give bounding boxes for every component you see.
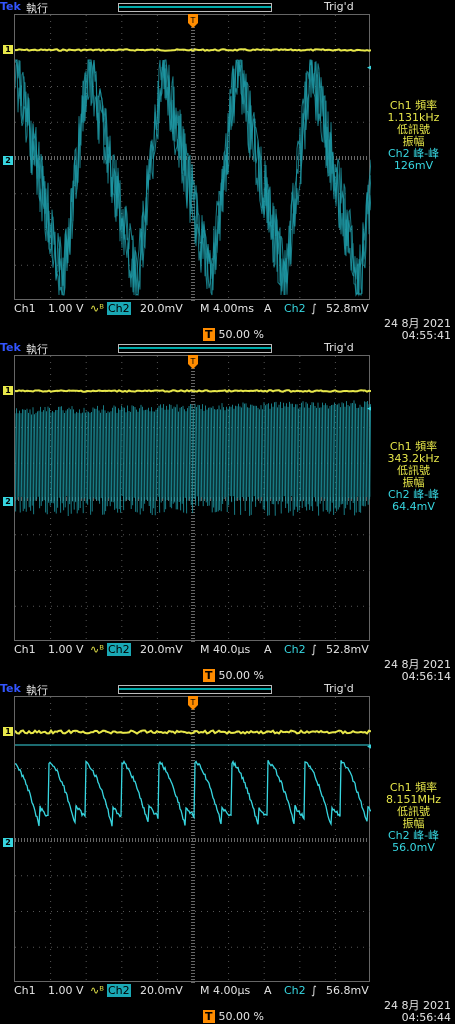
trigger-mode: A — [264, 984, 272, 997]
time: 04:56:44 — [401, 1011, 451, 1024]
ch2-marker[interactable]: 2 — [3, 838, 13, 847]
timestamp: 24 8月 2021 04:56:14 — [384, 659, 451, 683]
status-bar: Tek 執行 Trig'd — [0, 341, 455, 356]
ch1-label: Ch1 — [14, 984, 36, 997]
timebase: M 4.00ms — [200, 302, 254, 315]
svg-text:◂: ◂ — [367, 63, 371, 73]
trigger-position-readout: T 50.00 % — [203, 669, 264, 682]
ch1-marker[interactable]: 1 — [3, 727, 13, 736]
record-position-bar — [118, 344, 272, 353]
waveform-display[interactable]: ◂ — [14, 355, 371, 642]
trigger-position-icon: T — [188, 14, 198, 28]
ch2-scale: 20.0mV — [140, 643, 183, 656]
trigger-t-icon: T — [203, 328, 215, 341]
timestamp: 24 8月 2021 04:55:41 — [384, 318, 451, 342]
ch2-pkpk-value: 126mV — [393, 159, 434, 172]
brand-logo: Tek — [0, 682, 21, 695]
trigger-position-icon: T — [188, 355, 198, 369]
record-position-bar — [118, 3, 272, 12]
trigger-t-icon: T — [203, 669, 215, 682]
position-percent: 50.00 % — [218, 669, 264, 682]
ch1-scale: 1.00 V — [48, 643, 84, 656]
scope-panel-2: Tek 執行 Trig'd ◂ T 1 2 Ch1 頻率 343.2kHz 低訊… — [0, 341, 455, 683]
graticule: ◂ — [15, 15, 371, 301]
position-percent: 50.00 % — [218, 328, 264, 341]
brand-logo: Tek — [0, 0, 21, 13]
trigger-level: 52.8mV — [326, 302, 369, 315]
ch2-label: Ch2 — [107, 643, 131, 656]
measurement-panel: Ch1 頻率 8.151MHz 低訊號 振幅 Ch2 峰-峰 56.0mV — [372, 782, 455, 854]
scope-panel-1: Tek 執行 Trig'd ◂ T 1 2 Ch1 頻率 1.131kHz 低訊… — [0, 0, 455, 342]
measurement-panel: Ch1 頻率 343.2kHz 低訊號 振幅 Ch2 峰-峰 64.4mV — [372, 441, 455, 513]
svg-text:◂: ◂ — [367, 742, 371, 752]
position-percent: 50.00 % — [218, 1010, 264, 1023]
trigger-position-readout: T 50.00 % — [203, 1010, 264, 1023]
trigger-state: Trig'd — [324, 0, 354, 13]
ch2-scale: 20.0mV — [140, 302, 183, 315]
settings-bar: Ch1 1.00 V ∿ᴮ Ch2 20.0mV M 40.0µs A Ch2 … — [0, 643, 455, 657]
trigger-slope-icon: ∫ — [311, 643, 317, 656]
trigger-t-icon: T — [203, 1010, 215, 1023]
svg-text:T: T — [190, 357, 196, 366]
bandwidth-icon: ∿ᴮ — [90, 643, 104, 656]
ch1-marker[interactable]: 1 — [3, 386, 13, 395]
ch1-scale: 1.00 V — [48, 302, 84, 315]
trigger-level: 56.8mV — [326, 984, 369, 997]
status-bar: Tek 執行 Trig'd — [0, 0, 455, 15]
graticule: ◂ — [15, 697, 371, 983]
ch1-scale: 1.00 V — [48, 984, 84, 997]
svg-text:◂: ◂ — [367, 404, 371, 414]
ch1-marker[interactable]: 1 — [3, 45, 13, 54]
waveform-display[interactable]: ◂ — [14, 696, 371, 983]
trigger-position-icon: T — [188, 696, 198, 710]
trigger-slope-icon: ∫ — [311, 302, 317, 315]
ch1-label: Ch1 — [14, 643, 36, 656]
trigger-mode: A — [264, 302, 272, 315]
ch2-marker[interactable]: 2 — [3, 497, 13, 506]
ch2-pkpk-value: 64.4mV — [392, 500, 435, 513]
waveform-display[interactable]: ◂ — [14, 14, 371, 301]
ch2-label: Ch2 — [107, 302, 131, 315]
measurement-panel: Ch1 頻率 1.131kHz 低訊號 振幅 Ch2 峰-峰 126mV — [372, 100, 455, 172]
timebase: M 4.00µs — [200, 984, 251, 997]
ch1-trace — [15, 48, 371, 52]
ch2-pkpk-value: 56.0mV — [392, 841, 435, 854]
status-bar: Tek 執行 Trig'd — [0, 682, 455, 697]
settings-bar: Ch1 1.00 V ∿ᴮ Ch2 20.0mV M 4.00µs A Ch2 … — [0, 984, 455, 998]
ch2-scale: 20.0mV — [140, 984, 183, 997]
trigger-source: Ch2 — [284, 643, 306, 656]
trigger-position-readout: T 50.00 % — [203, 328, 264, 341]
record-position-bar — [118, 685, 272, 694]
trigger-state: Trig'd — [324, 341, 354, 354]
ch1-trace — [15, 389, 371, 393]
timebase: M 40.0µs — [200, 643, 251, 656]
trigger-level: 52.8mV — [326, 643, 369, 656]
trigger-slope-icon: ∫ — [311, 984, 317, 997]
ch2-marker[interactable]: 2 — [3, 156, 13, 165]
bandwidth-icon: ∿ᴮ — [90, 984, 104, 997]
graticule: ◂ — [15, 356, 371, 642]
trigger-source: Ch2 — [284, 984, 306, 997]
settings-bar: Ch1 1.00 V ∿ᴮ Ch2 20.0mV M 4.00ms A Ch2 … — [0, 302, 455, 316]
bandwidth-icon: ∿ᴮ — [90, 302, 104, 315]
trigger-source: Ch2 — [284, 302, 306, 315]
ch2-label: Ch2 — [107, 984, 131, 997]
scope-panel-3: Tek 執行 Trig'd ◂ T 1 2 Ch1 頻率 8.151MHz 低訊… — [0, 682, 455, 1024]
timestamp: 24 8月 2021 04:56:44 — [384, 1000, 451, 1024]
trigger-state: Trig'd — [324, 682, 354, 695]
ch1-label: Ch1 — [14, 302, 36, 315]
svg-text:T: T — [190, 698, 196, 707]
brand-logo: Tek — [0, 341, 21, 354]
trigger-mode: A — [264, 643, 272, 656]
svg-text:T: T — [190, 16, 196, 25]
